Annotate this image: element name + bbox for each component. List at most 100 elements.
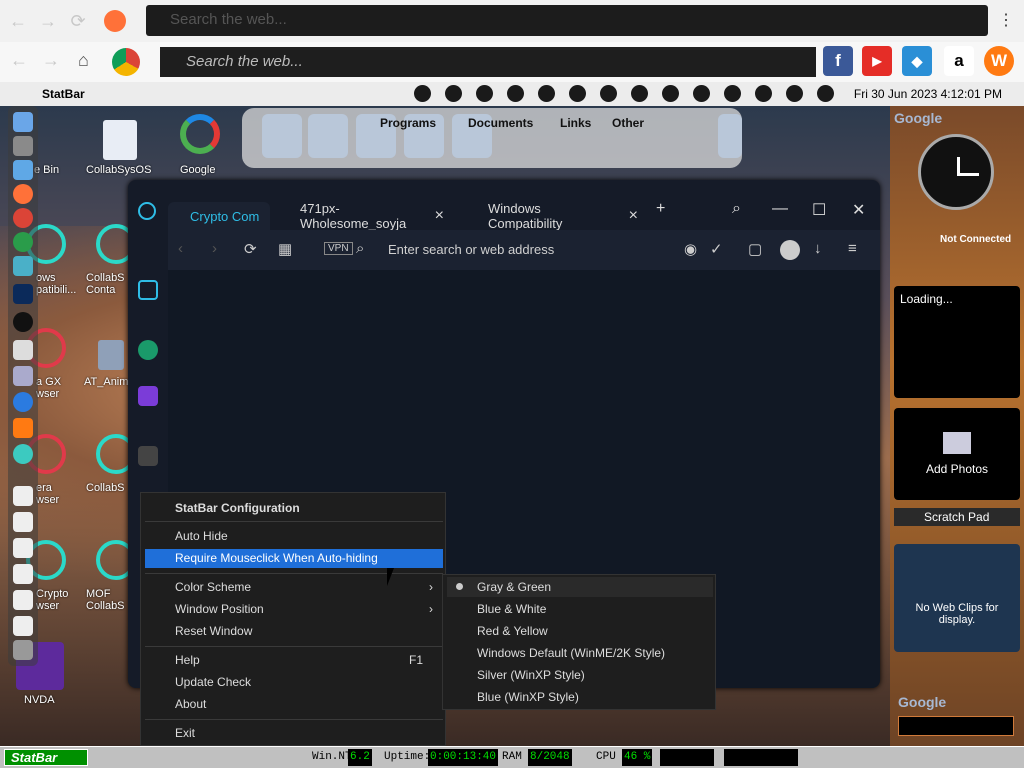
app-icon[interactable]	[13, 538, 33, 558]
app-icon[interactable]	[13, 340, 33, 360]
forward-icon[interactable]: ›	[212, 240, 217, 257]
tray-icon[interactable]	[600, 85, 617, 102]
download-icon[interactable]: ↓	[814, 240, 822, 257]
control-center-icon[interactable]	[817, 85, 834, 102]
tray-icon[interactable]	[507, 85, 524, 102]
chrome-icon[interactable]	[13, 208, 33, 228]
tray-icon[interactable]	[569, 85, 586, 102]
rocket-icon[interactable]	[13, 136, 33, 156]
menu-item-about[interactable]: About	[145, 695, 443, 714]
amazon-icon[interactable]: a	[944, 46, 974, 76]
desktop-icon-label[interactable]: AT_Anim	[84, 376, 128, 388]
new-tab-icon[interactable]: +	[656, 200, 665, 218]
back-icon[interactable]: ←	[10, 50, 28, 71]
maximize-icon[interactable]: ☐	[812, 200, 826, 220]
desktop-icon-label[interactable]: a GX wser	[36, 376, 61, 400]
search-icon[interactable]	[755, 85, 772, 102]
desktop-icon-label[interactable]: CollabSysOS	[86, 164, 151, 176]
avatar[interactable]	[780, 240, 800, 260]
search-input-top[interactable]: Search the web...	[146, 5, 988, 36]
menu-item-require-mouseclick[interactable]: Require Mouseclick When Auto-hiding	[145, 549, 443, 568]
menubar-clock[interactable]: Fri 30 Jun 2023 4:12:01 PM	[854, 87, 1002, 101]
speed-dial-icon[interactable]: ▦	[278, 240, 292, 258]
tray-icon[interactable]	[724, 85, 741, 102]
chatgpt-icon[interactable]	[138, 340, 158, 360]
calculator-icon[interactable]	[98, 340, 124, 370]
desktop-icon-label[interactable]: NVDA	[24, 694, 55, 706]
firefox-icon[interactable]	[104, 10, 126, 32]
tray-icon[interactable]	[631, 85, 648, 102]
launcher-app-icon[interactable]	[308, 114, 348, 158]
folder-icon[interactable]	[103, 120, 137, 160]
menu-item-help[interactable]: Help F1	[145, 651, 443, 670]
app-icon[interactable]	[13, 312, 33, 332]
app-icon[interactable]	[13, 418, 33, 438]
facebook-icon[interactable]: f	[823, 46, 853, 76]
desktop-icon-label[interactable]: CollabS Conta	[86, 272, 125, 296]
menu-item-color-scheme[interactable]: Color Scheme ›	[145, 578, 443, 597]
cube-icon[interactable]: ▢	[748, 240, 762, 258]
minimize-icon[interactable]: —	[772, 200, 788, 218]
statbar-start-button[interactable]: StatBar	[4, 749, 88, 766]
eject-icon[interactable]	[786, 85, 803, 102]
reload-icon[interactable]: ⟳	[244, 240, 257, 258]
tray-icon[interactable]	[538, 85, 555, 102]
tray-icon[interactable]	[662, 85, 679, 102]
launcher-link-other[interactable]: Other	[612, 116, 644, 130]
menu-item-exit[interactable]: Exit	[145, 724, 443, 743]
camera-icon[interactable]: ◉	[684, 240, 697, 258]
launcher-app-icon[interactable]	[262, 114, 302, 158]
launcher-link-links[interactable]: Links	[560, 116, 591, 130]
youtube-icon[interactable]: ▶	[862, 46, 892, 76]
menu-item-window-position[interactable]: Window Position ›	[145, 600, 443, 619]
shield-check-icon[interactable]: ✓	[710, 240, 723, 258]
desktop-icon-label[interactable]: era wser	[36, 482, 59, 506]
app-icon[interactable]	[13, 366, 33, 386]
search-icon[interactable]: ⌕	[732, 200, 741, 218]
submenu-item-blue-white[interactable]: Blue & White	[447, 599, 713, 619]
chrome-icon[interactable]	[112, 48, 140, 76]
close-tab-icon[interactable]: ×	[629, 207, 638, 225]
tab-windows[interactable]: Windows Compatibility ×	[462, 201, 638, 231]
address-input[interactable]: Enter search or web address	[388, 242, 554, 257]
app-name[interactable]: StatBar	[42, 87, 85, 101]
menu-icon[interactable]: ⋮	[998, 10, 1014, 30]
tray-icon[interactable]	[693, 85, 710, 102]
launcher-link-programs[interactable]: Programs	[380, 116, 436, 130]
forward-icon[interactable]: →	[42, 50, 60, 71]
menu-item-update-check[interactable]: Update Check	[145, 673, 443, 692]
tab-crypto[interactable]: Crypto Com	[168, 202, 270, 230]
forward-icon[interactable]: →	[36, 9, 60, 33]
app-icon[interactable]	[13, 444, 33, 464]
mountain-icon[interactable]	[138, 446, 158, 466]
app-icon[interactable]	[13, 590, 33, 610]
tray-icon[interactable]	[476, 85, 493, 102]
wallet-icon[interactable]	[138, 280, 158, 300]
app-icon[interactable]	[13, 512, 33, 532]
desktop-icon-label[interactable]: Crypto wser	[36, 588, 68, 612]
close-window-icon[interactable]: ✕	[852, 200, 865, 220]
tray-icon[interactable]	[414, 85, 431, 102]
w-icon[interactable]: W	[984, 46, 1014, 76]
games-icon[interactable]: ◆	[902, 46, 932, 76]
google-icon[interactable]	[180, 114, 220, 154]
vpn-badge[interactable]: VPN	[324, 242, 353, 255]
submenu-item-red-yellow[interactable]: Red & Yellow	[447, 621, 713, 641]
photoshop-icon[interactable]	[13, 284, 33, 304]
settings-icon[interactable]: ≡	[848, 240, 857, 257]
google-search-field[interactable]	[898, 716, 1014, 736]
submenu-item-gray-green[interactable]: Gray & Green	[447, 577, 713, 597]
tab-image[interactable]: 471px-Wholesome_soyja ×	[274, 201, 444, 231]
app-icon[interactable]	[13, 486, 33, 506]
home-icon[interactable]: ⌂	[78, 50, 89, 71]
tray-icon[interactable]	[445, 85, 462, 102]
reload-icon[interactable]: ⟳	[66, 9, 90, 33]
app-icon[interactable]	[13, 392, 33, 412]
submenu-item-blue-xp[interactable]: Blue (WinXP Style)	[447, 687, 713, 707]
back-icon[interactable]: ‹	[178, 240, 183, 257]
opera-logo-icon[interactable]	[138, 202, 156, 220]
app-icon[interactable]	[13, 256, 33, 276]
folder-icon[interactable]	[13, 160, 33, 180]
app-icon[interactable]	[13, 616, 33, 636]
back-icon[interactable]: ←	[6, 9, 30, 33]
